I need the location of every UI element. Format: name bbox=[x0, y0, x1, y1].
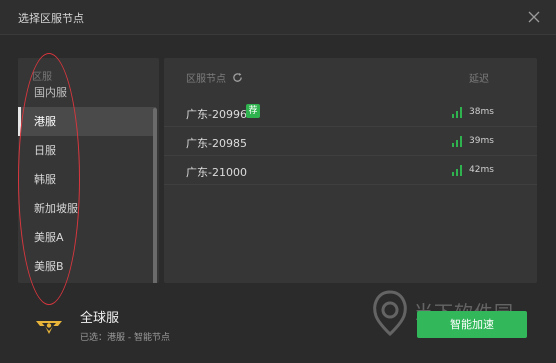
latency-value: 39ms bbox=[469, 136, 494, 146]
sidebar-item-kr[interactable]: 韩服 bbox=[18, 165, 156, 194]
latency-header: 延迟 bbox=[469, 74, 489, 85]
game-logo-icon bbox=[36, 321, 62, 334]
sidebar-scrollbar[interactable] bbox=[153, 108, 157, 283]
region-title: 全球服 bbox=[80, 311, 120, 326]
signal-icon bbox=[452, 165, 462, 176]
signal-icon bbox=[452, 136, 462, 147]
sidebar-list: 港服 日服 韩服 新加坡服 美服A 美服B bbox=[18, 107, 156, 281]
watermark-logo-icon bbox=[373, 290, 407, 337]
node-row[interactable]: 广东-21000 42ms bbox=[164, 156, 537, 185]
latency-value: 38ms bbox=[469, 107, 494, 117]
sidebar-header: 区服 bbox=[32, 72, 52, 83]
recommended-badge: 荐 bbox=[246, 104, 260, 118]
selected-summary: 已选：港服 - 智能节点 bbox=[80, 333, 170, 343]
refresh-icon[interactable] bbox=[232, 72, 243, 84]
close-icon[interactable] bbox=[524, 7, 544, 27]
sidebar-item-us-a[interactable]: 美服A bbox=[18, 223, 156, 252]
node-list: 广东-20996 荐 38ms 广东-20985 39ms 广东-21000 4… bbox=[164, 98, 537, 185]
title-bar: 选择区服节点 bbox=[0, 0, 556, 35]
node-panel: 区服节点 延迟 广东-20996 荐 38ms 广东-20985 39ms 广东… bbox=[164, 58, 537, 283]
node-header: 区服节点 bbox=[186, 70, 243, 85]
node-row[interactable]: 广东-20996 荐 38ms bbox=[164, 98, 537, 127]
sidebar-item-us-b[interactable]: 美服B bbox=[18, 252, 156, 281]
sidebar-item-sg[interactable]: 新加坡服 bbox=[18, 194, 156, 223]
sidebar-item-jp[interactable]: 日服 bbox=[18, 136, 156, 165]
window-title: 选择区服节点 bbox=[18, 12, 84, 25]
signal-icon bbox=[452, 107, 462, 118]
latency-value: 42ms bbox=[469, 165, 494, 175]
node-row[interactable]: 广东-20985 39ms bbox=[164, 127, 537, 156]
sidebar-item-hk[interactable]: 港服 bbox=[18, 107, 156, 136]
node-name: 广东-20985 bbox=[186, 137, 247, 150]
smart-boost-button[interactable]: 智能加速 bbox=[417, 311, 527, 338]
region-sidebar: 区服 国内服 港服 日服 韩服 新加坡服 美服A 美服B bbox=[18, 58, 159, 283]
node-name: 广东-21000 bbox=[186, 166, 247, 179]
node-name: 广东-20996 bbox=[186, 108, 247, 121]
node-header-label: 区服节点 bbox=[186, 74, 226, 85]
sidebar-item-partial[interactable]: 国内服 bbox=[34, 84, 114, 102]
